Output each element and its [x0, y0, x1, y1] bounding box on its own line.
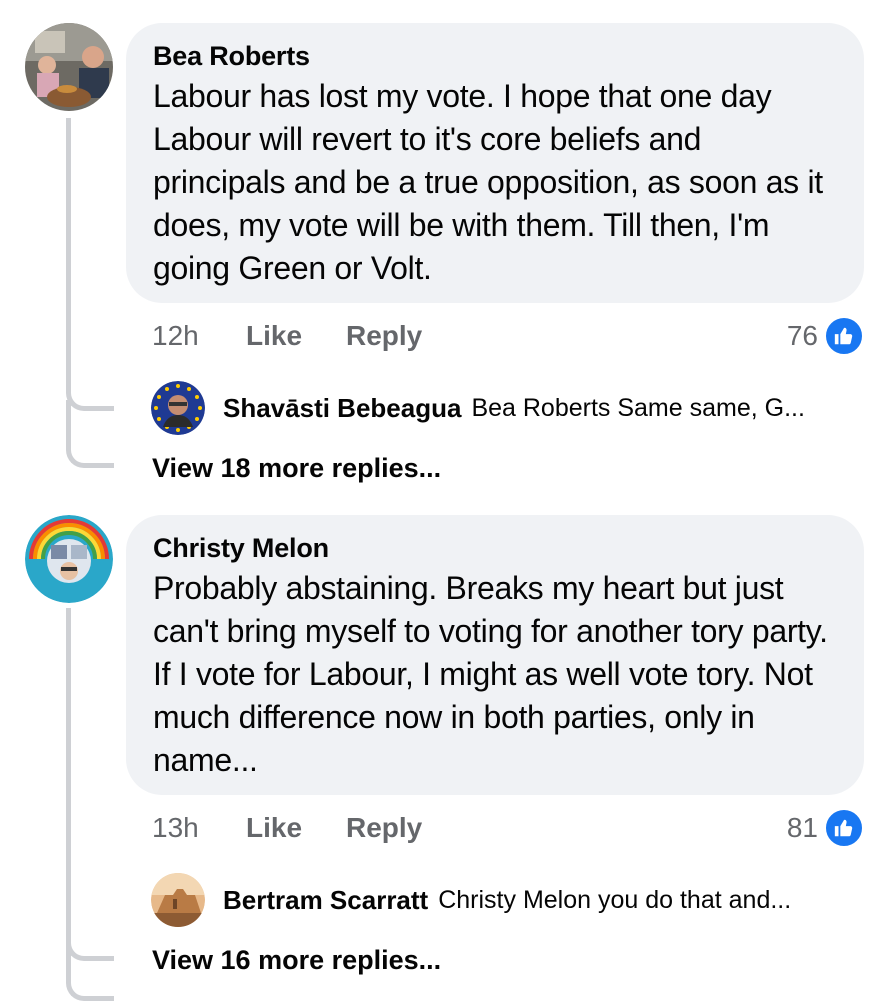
reply-snippet: Bea Roberts Same same, G...: [471, 393, 805, 422]
comment-thread: Christy Melon Probably abstaining. Break…: [0, 495, 890, 1001]
comment-bubble: Christy Melon Probably abstaining. Break…: [126, 515, 864, 795]
reply-author[interactable]: Shavāsti Bebeagua: [223, 393, 461, 424]
thread-connector-line: [66, 400, 114, 468]
avatar[interactable]: [25, 515, 113, 603]
comment-timestamp[interactable]: 12h: [152, 320, 246, 352]
comment-author[interactable]: Bea Roberts: [153, 39, 838, 73]
thread-connector-line: [66, 118, 114, 411]
like-button[interactable]: Like: [246, 320, 346, 352]
reply-author[interactable]: Bertram Scarratt: [223, 885, 428, 916]
comment-actions: 13h Like Reply 81: [152, 808, 864, 848]
avatar[interactable]: [151, 381, 205, 435]
view-more-replies-link[interactable]: View 16 more replies...: [152, 945, 441, 976]
comment-author[interactable]: Christy Melon: [153, 531, 838, 565]
thumbs-up-icon: [824, 808, 864, 848]
comment-text: Probably abstaining. Breaks my heart but…: [153, 570, 828, 778]
avatar[interactable]: [151, 873, 205, 927]
like-button[interactable]: Like: [246, 812, 346, 844]
comment-timestamp[interactable]: 13h: [152, 812, 246, 844]
reply-button[interactable]: Reply: [346, 812, 422, 844]
view-more-replies-link[interactable]: View 18 more replies...: [152, 453, 441, 484]
thumbs-up-icon: [824, 316, 864, 356]
comment-bubble: Bea Roberts Labour has lost my vote. I h…: [126, 23, 864, 303]
comment-thread: Bea Roberts Labour has lost my vote. I h…: [0, 0, 890, 500]
reaction-count: 76: [786, 320, 818, 351]
comment-actions: 12h Like Reply 76: [152, 316, 864, 356]
avatar[interactable]: [25, 23, 113, 111]
reply-preview[interactable]: Shavāsti Bebeagua Bea Roberts Same same,…: [151, 380, 864, 436]
thread-connector-line: [66, 889, 114, 961]
reaction-count: 81: [786, 812, 818, 843]
reaction-summary[interactable]: 76: [787, 316, 864, 356]
reply-preview[interactable]: Bertram Scarratt Christy Melon you do th…: [151, 872, 864, 928]
reaction-summary[interactable]: 81: [787, 808, 864, 848]
reply-snippet: Christy Melon you do that and...: [438, 885, 792, 914]
reply-button[interactable]: Reply: [346, 320, 422, 352]
comment-text: Labour has lost my vote. I hope that one…: [153, 78, 823, 286]
